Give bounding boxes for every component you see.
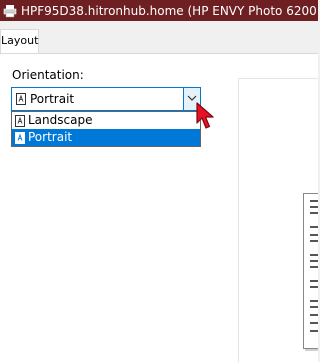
page-icon: [15, 132, 25, 149]
page-preview: [238, 78, 318, 362]
tab-layout[interactable]: Layout: [0, 29, 39, 53]
layout-tab-page: Orientation: Portrait Landscape Portrait: [0, 53, 318, 362]
window-title: HPF95D38.hitronhub.home (HP ENVY Photo 6…: [21, 3, 318, 18]
page-icon: [16, 93, 26, 105]
option-label: Portrait: [28, 130, 73, 144]
mouse-pointer-icon: [196, 102, 216, 133]
option-label: Landscape: [28, 113, 93, 127]
printer-icon: [3, 4, 17, 18]
orientation-label: Orientation:: [12, 68, 84, 82]
tab-strip: Layout: [0, 21, 318, 54]
orientation-combobox[interactable]: Portrait: [11, 87, 201, 111]
orientation-selected-value: Portrait: [30, 92, 75, 106]
title-bar: HPF95D38.hitronhub.home (HP ENVY Photo 6…: [0, 0, 318, 21]
option-landscape[interactable]: Landscape: [12, 112, 200, 129]
preview-paper: [303, 193, 318, 349]
print-layout-window: HPF95D38.hitronhub.home (HP ENVY Photo 6…: [0, 0, 318, 362]
orientation-dropdown-list: Landscape Portrait: [11, 111, 201, 147]
option-portrait[interactable]: Portrait: [12, 129, 200, 146]
